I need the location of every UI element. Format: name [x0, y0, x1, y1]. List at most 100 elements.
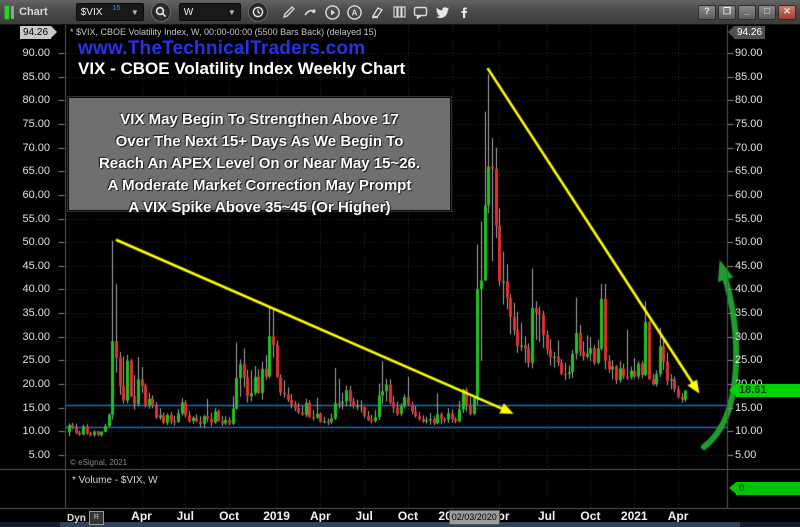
volume-last-tag: 0	[729, 482, 800, 495]
twitter-share-button[interactable]	[433, 2, 453, 22]
date-tick-label: Apr	[310, 509, 331, 523]
symbol-input[interactable]: $VIX 15 ▼	[75, 3, 144, 21]
close-button[interactable]: ✕	[778, 5, 796, 20]
symbol-value: $VIX	[80, 6, 103, 18]
date-tick-label: Apr	[131, 509, 152, 523]
price-tick-label: 90.00	[735, 47, 763, 59]
price-tick-label: 80.00	[735, 94, 763, 107]
play-button[interactable]	[323, 2, 343, 22]
price-tick-label: 15.00	[735, 401, 763, 414]
facebook-share-button[interactable]	[455, 2, 475, 22]
magnifier-icon	[155, 6, 166, 18]
maximize-button[interactable]: □	[758, 5, 776, 20]
price-tick-label: 70.00	[22, 141, 50, 154]
annotation-line: Over The Next 15+ Days As We Begin To	[115, 133, 404, 150]
horizontal-scrollbar[interactable]	[0, 522, 800, 527]
copyright-watermark: © eSignal, 2021	[70, 458, 128, 467]
date-tick-label: 2019	[263, 509, 290, 523]
svg-text:A: A	[352, 8, 358, 17]
time-settings-button[interactable]	[247, 2, 268, 22]
price-axis-left[interactable]: 5.00 10.00 15.00 20.00 25.00 30.00 35.00 40.00 4…	[0, 0, 58, 527]
help-button[interactable]: ?	[698, 5, 716, 20]
price-tick-label: 25.00	[22, 354, 50, 367]
date-marker-box: 02/03/2020	[448, 510, 500, 525]
chart-title: VIX - CBOE Volatility Index Weekly Chart	[78, 59, 406, 78]
restore-button[interactable]: ❐	[718, 5, 736, 20]
time-template-icon[interactable]: R	[88, 511, 104, 525]
date-tick-label: Oct	[219, 509, 240, 523]
dyn-time-template[interactable]: Dyn R	[67, 511, 104, 525]
price-tick-label: 45.00	[22, 259, 50, 272]
chart-info-line: * $VIX, CBOE Volatility Index, W, 00:00-…	[70, 27, 377, 37]
chat-bubble-icon	[414, 6, 428, 19]
alerts-button[interactable]: A	[345, 2, 365, 22]
price-tick-label: 40.00	[735, 283, 763, 296]
price-tick-label: 10.00	[735, 425, 763, 438]
annotation-text-box[interactable]: VIX May Begin To Strengthen Above 17 Ove…	[68, 97, 451, 216]
price-tick-label: 5.00	[28, 449, 50, 461]
annotation-line: VIX May Begin To Strengthen Above 17	[120, 111, 399, 128]
toolbar: Chart $VIX 15 ▼ W ▼ A ? ❐ _ □ ✕	[0, 0, 800, 25]
price-tick-label: 85.00	[22, 70, 50, 83]
price-tick-label: 60.00	[22, 188, 50, 201]
status-led-icon	[5, 5, 9, 19]
price-tick-label: 45.00	[735, 259, 763, 272]
price-tick-label: 30.00	[735, 330, 763, 343]
date-tick-label: 2021	[620, 509, 648, 523]
interval-value: W	[183, 6, 194, 18]
period-high-tag-right: 94.26	[727, 26, 766, 39]
price-tick-label: 60.00	[735, 188, 763, 201]
price-tick-label: 20.00	[22, 378, 50, 391]
eraser-icon	[371, 7, 383, 19]
price-tick-label: 5.00	[735, 449, 757, 461]
price-tick-label: 25.00	[735, 354, 763, 367]
layout-columns-button[interactable]	[389, 2, 409, 22]
columns-icon	[393, 6, 406, 18]
alert-circle-icon: A	[347, 4, 363, 20]
price-tick-label: 75.00	[735, 117, 763, 130]
date-tick-label: Apr	[667, 509, 689, 523]
twitter-icon	[436, 6, 450, 18]
chat-button[interactable]	[411, 2, 431, 22]
draw-tool-button[interactable]	[279, 2, 299, 22]
price-tick-label: 35.00	[735, 307, 763, 320]
annotation-line: A Moderate Market Correction May Prompt	[107, 177, 412, 194]
play-circle-icon	[325, 4, 341, 20]
chevron-down-icon[interactable]: ▼	[228, 8, 236, 17]
price-tick-label: 10.00	[22, 425, 50, 438]
website-link[interactable]: www.TheTechnicalTraders.com	[78, 38, 365, 60]
interval-input[interactable]: W ▼	[178, 3, 241, 21]
chevron-down-icon[interactable]: ▼	[131, 8, 139, 17]
date-tick-label: Jul	[176, 509, 194, 523]
minimize-button[interactable]: _	[738, 5, 756, 20]
chart-window: Chart $VIX 15 ▼ W ▼ A ? ❐ _ □ ✕ 5.00 10.…	[0, 0, 800, 527]
curve-arrow-icon	[304, 8, 316, 15]
replay-button[interactable]	[301, 2, 321, 22]
chart-tab[interactable]: Chart	[19, 6, 48, 18]
price-tick-label: 50.00	[22, 236, 50, 249]
price-tick-label: 80.00	[22, 94, 50, 107]
price-tick-label: 70.00	[735, 141, 763, 154]
date-tick-label: Oct	[397, 509, 418, 523]
date-tick-label: Jul	[355, 509, 373, 523]
annotation-line: A VIX Spike Above 35~45 (Or Higher)	[128, 199, 391, 216]
price-chart-plot[interactable]	[0, 0, 800, 527]
last-price-tag: 18.61	[729, 384, 800, 398]
price-tick-label: 35.00	[22, 307, 50, 320]
price-tick-label: 55.00	[22, 212, 50, 225]
date-tick-label: Jul	[537, 509, 556, 523]
toolbar-icons: A	[278, 2, 476, 22]
price-axis-right[interactable]: 5.0010.0015.0020.0025.0030.0035.0040.004…	[734, 0, 800, 527]
window-controls: ? ❐ _ □ ✕	[698, 5, 796, 20]
price-tick-label: 75.00	[22, 117, 50, 130]
price-tick-label: 65.00	[735, 165, 763, 178]
annotation-line: Reach An APEX Level On or Near May 15~26…	[98, 155, 421, 172]
price-tick-label: 15.00	[22, 401, 50, 414]
symbol-lookup-button[interactable]	[150, 2, 171, 22]
price-tick-label: 50.00	[735, 236, 763, 249]
eraser-button[interactable]	[367, 2, 387, 22]
price-tick-label: 40.00	[22, 283, 50, 296]
facebook-icon	[461, 7, 468, 18]
scrollbar-thumb[interactable]	[60, 522, 740, 527]
price-tick-label: 55.00	[735, 212, 763, 225]
